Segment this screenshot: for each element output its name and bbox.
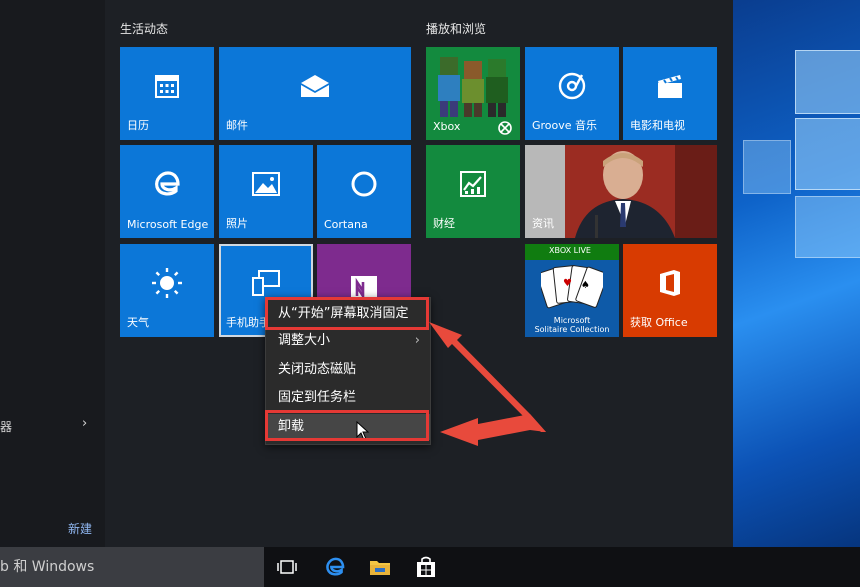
tile-label: 获取 Office bbox=[630, 316, 688, 329]
menu-item-pin-to-taskbar[interactable]: 固定到任务栏 bbox=[266, 385, 430, 411]
tile-label: 财经 bbox=[433, 217, 455, 230]
menu-item-resize[interactable]: 调整大小 › bbox=[266, 328, 430, 354]
folder-icon bbox=[370, 561, 390, 575]
desktop-wallpaper bbox=[733, 0, 860, 547]
search-box[interactable]: b 和 Windows bbox=[0, 547, 264, 587]
tile-weather[interactable]: 天气 bbox=[120, 244, 214, 337]
tile-mail[interactable]: 邮件 bbox=[219, 47, 411, 140]
svg-text:♥: ♥ bbox=[563, 278, 572, 289]
sun-icon bbox=[152, 268, 182, 299]
taskbar: b 和 Windows bbox=[0, 547, 860, 587]
tile-label: 邮件 bbox=[226, 119, 248, 132]
start-left-column bbox=[0, 0, 105, 547]
tile-label: Microsoft Edge bbox=[127, 218, 209, 231]
clapperboard-icon bbox=[658, 75, 682, 99]
tile-finance[interactable]: 财经 bbox=[426, 145, 520, 238]
group-header-life: 生活动态 bbox=[120, 22, 169, 36]
store-bag-icon bbox=[417, 556, 435, 577]
task-view-button[interactable] bbox=[264, 547, 310, 587]
tile-get-office[interactable]: 获取 Office bbox=[623, 244, 717, 337]
edge-icon bbox=[326, 557, 345, 576]
xbox-characters-image bbox=[438, 57, 508, 117]
tile-edge[interactable]: Microsoft Edge bbox=[120, 145, 214, 238]
tile-label: Groove 音乐 bbox=[532, 119, 598, 132]
mail-icon bbox=[301, 75, 329, 98]
chevron-right-icon[interactable]: › bbox=[82, 416, 87, 431]
tile-movies-tv[interactable]: 电影和电视 bbox=[623, 47, 717, 140]
tile-label: 日历 bbox=[127, 119, 149, 132]
tile-label: 资讯 bbox=[532, 217, 554, 230]
group-header-play: 播放和浏览 bbox=[426, 22, 487, 36]
calendar-icon bbox=[155, 75, 179, 99]
tile-label: 天气 bbox=[127, 316, 149, 329]
tile-label: 照片 bbox=[226, 217, 248, 230]
tile-photos[interactable]: 照片 bbox=[219, 145, 313, 238]
photos-icon bbox=[252, 172, 280, 197]
tile-solitaire[interactable]: XBOX LIVE ♥ ♠ Microsoft Solitaire Collect… bbox=[525, 244, 619, 337]
solitaire-line2: Solitaire Collection bbox=[534, 325, 610, 334]
office-icon bbox=[660, 270, 680, 297]
taskbar-store-button[interactable] bbox=[403, 547, 449, 587]
edge-icon bbox=[155, 171, 180, 196]
taskbar-edge-button[interactable] bbox=[312, 547, 358, 587]
new-button[interactable]: 新建 bbox=[68, 520, 92, 537]
taskbar-file-explorer-button[interactable] bbox=[357, 547, 403, 587]
tile-label: 手机助手 bbox=[226, 316, 270, 329]
tile-xbox[interactable]: Xbox bbox=[426, 47, 520, 140]
playing-cards-image: ♥ ♠ bbox=[541, 265, 603, 309]
xbox-live-badge: XBOX LIVE bbox=[549, 246, 591, 255]
tile-label: 电影和电视 bbox=[630, 119, 685, 132]
task-view-icon bbox=[277, 560, 297, 574]
svg-text:♠: ♠ bbox=[581, 280, 590, 291]
tile-calendar[interactable]: 日历 bbox=[120, 47, 214, 140]
finance-chart-icon bbox=[460, 171, 486, 198]
menu-item-label: 调整大小 bbox=[278, 333, 331, 348]
phone-companion-icon bbox=[252, 270, 280, 297]
annotation-box-uninstall bbox=[265, 410, 429, 441]
tile-label: Xbox bbox=[433, 120, 461, 133]
tile-cortana[interactable]: Cortana bbox=[317, 145, 411, 238]
cortana-icon bbox=[351, 171, 377, 197]
search-placeholder: b 和 Windows bbox=[0, 559, 95, 575]
all-apps-item[interactable]: 器 bbox=[0, 418, 12, 435]
annotation-box-unpin bbox=[265, 297, 429, 330]
tile-groove-music[interactable]: Groove 音乐 bbox=[525, 47, 619, 140]
tile-label: Cortana bbox=[324, 218, 368, 231]
groove-music-icon bbox=[558, 72, 586, 100]
chevron-right-icon: › bbox=[414, 333, 420, 348]
solitaire-line1: Microsoft bbox=[553, 316, 591, 325]
xbox-logo-icon bbox=[498, 121, 512, 135]
menu-item-turn-off-live-tile[interactable]: 关闭动态磁贴 bbox=[266, 357, 430, 383]
tile-news[interactable]: 资讯 bbox=[525, 145, 717, 238]
